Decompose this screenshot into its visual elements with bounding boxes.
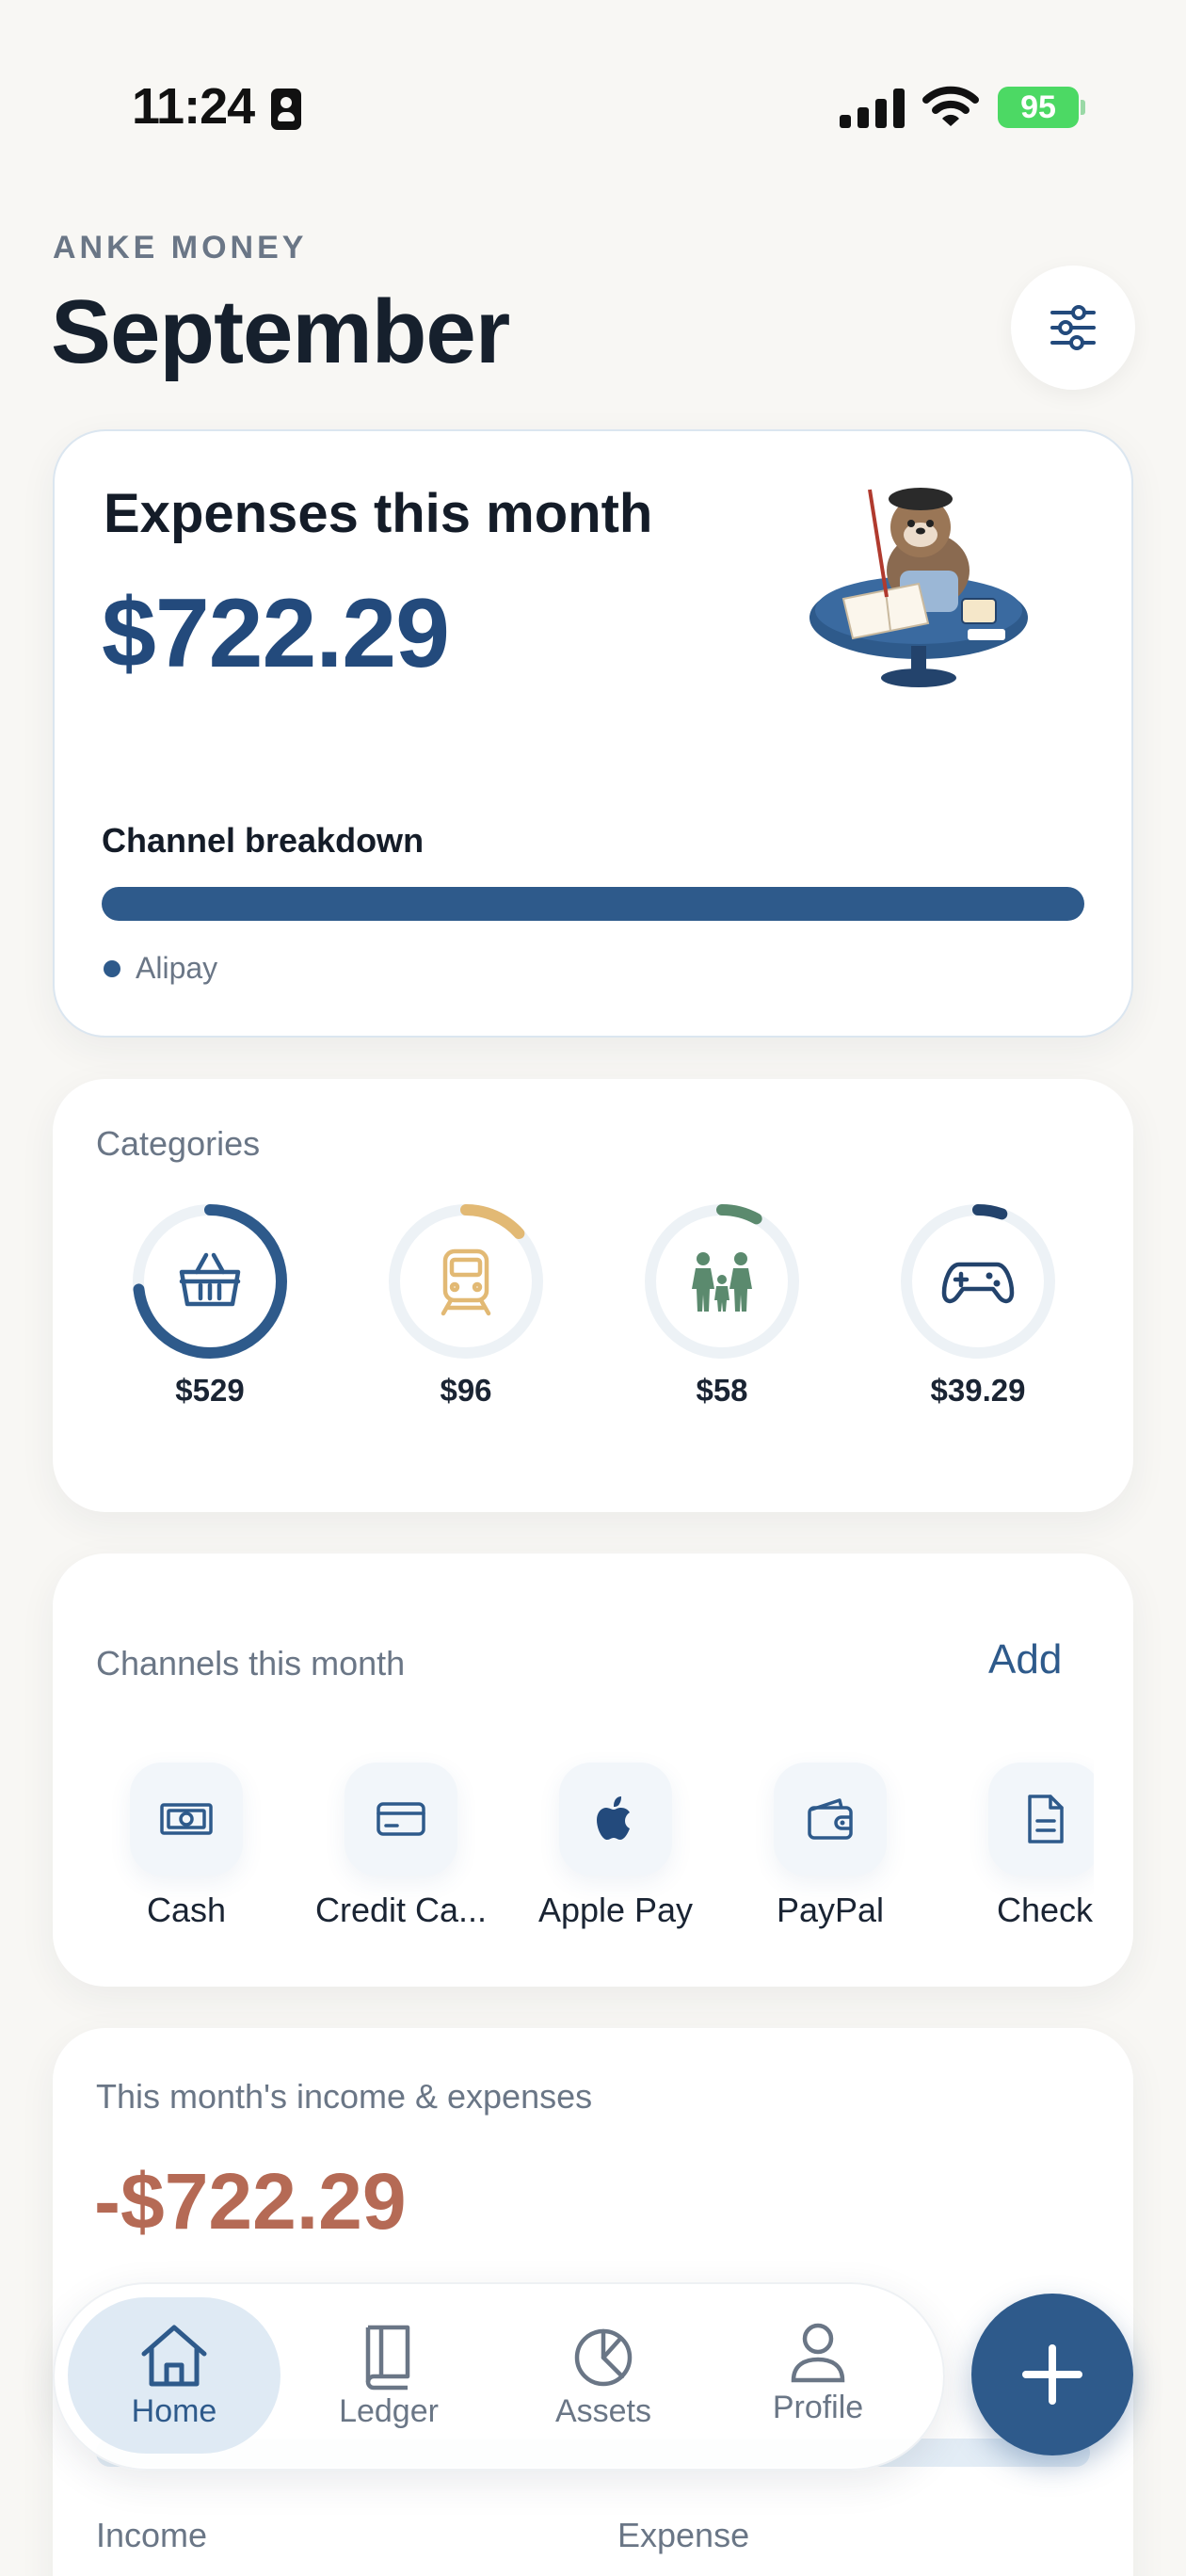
expenses-amount: $722.29 — [102, 579, 450, 688]
document-icon — [1028, 1795, 1064, 1843]
channel-item-paypal[interactable]: PayPal — [727, 1763, 934, 1932]
status-time: 11:24 — [132, 78, 255, 135]
credit-card-icon — [377, 1802, 425, 1836]
pie-chart-icon — [574, 2328, 633, 2387]
channel-label: Check — [996, 1891, 1094, 1929]
tab-label: Profile — [772, 2390, 864, 2425]
basket-icon — [179, 1252, 241, 1307]
legend-dot-alipay — [104, 960, 120, 977]
tab-assets[interactable]: Assets — [497, 2297, 710, 2454]
net-amount: -$722.29 — [94, 2157, 407, 2246]
filter-button[interactable] — [1011, 266, 1135, 390]
add-transaction-button[interactable] — [971, 2294, 1133, 2455]
sliders-icon — [1050, 305, 1096, 350]
channel-item-apple-pay[interactable]: Apple Pay — [512, 1763, 719, 1932]
income-expenses-title: This month's income & expenses — [96, 2077, 593, 2116]
channel-breakdown-bar — [102, 887, 1084, 921]
add-channel-button[interactable]: Add — [988, 1636, 1062, 1683]
category-amount: $96 — [440, 1373, 492, 1408]
expense-label: Expense — [617, 2516, 750, 2554]
income-label: Income — [96, 2516, 208, 2554]
category-amount: $39.29 — [930, 1373, 1026, 1408]
categories-title: Categories — [96, 1124, 261, 1163]
tab-home[interactable]: Home — [68, 2297, 280, 2454]
tab-label: Assets — [554, 2393, 652, 2429]
home-icon — [141, 2325, 207, 2387]
tab-label: Ledger — [339, 2393, 439, 2429]
battery-icon: 95 — [998, 87, 1085, 128]
channels-scroller[interactable]: Cash Credit Ca... Apple Pay PayPal Check — [53, 1751, 1094, 1958]
expenses-title: Expenses this month — [104, 483, 653, 544]
app-brand: ANKE MONEY — [53, 230, 308, 266]
channel-label: Apple Pay — [537, 1891, 694, 1929]
otter-writing-ledger-illustration — [809, 488, 1028, 687]
tab-label: Home — [131, 2393, 217, 2429]
category-item-games[interactable]: $39.29 — [898, 1201, 1058, 1418]
cellular-signal-icon — [840, 89, 906, 128]
plus-icon — [1022, 2344, 1082, 2405]
apple-icon — [597, 1796, 630, 1840]
battery-level: 95 — [1020, 89, 1056, 125]
gamepad-icon — [941, 1262, 1015, 1304]
channels-title: Channels this month — [96, 1644, 406, 1682]
channel-breakdown-title: Channel breakdown — [102, 821, 425, 860]
page-title: September — [51, 282, 510, 382]
book-icon — [365, 2325, 410, 2391]
channel-label: Credit Ca... — [314, 1891, 488, 1929]
channel-item-cash[interactable]: Cash — [83, 1763, 290, 1932]
person-icon — [791, 2323, 845, 2383]
cash-icon — [160, 1803, 213, 1835]
channel-label: Cash — [146, 1891, 227, 1929]
tab-ledger[interactable]: Ledger — [282, 2297, 495, 2454]
category-amount: $529 — [175, 1373, 245, 1408]
channel-item-credit-card[interactable]: Credit Ca... — [297, 1763, 505, 1932]
legend-label-alipay: Alipay — [136, 951, 218, 985]
channel-label: PayPal — [776, 1891, 885, 1929]
wallet-icon — [808, 1798, 853, 1840]
category-amount: $58 — [696, 1373, 748, 1408]
channel-item-check[interactable]: Check — [941, 1763, 1094, 1932]
train-icon — [441, 1248, 491, 1316]
category-item-transport[interactable]: $96 — [386, 1201, 546, 1418]
tab-profile[interactable]: Profile — [712, 2297, 924, 2454]
category-item-family[interactable]: $58 — [642, 1201, 802, 1418]
family-icon — [692, 1252, 752, 1312]
category-item-shopping[interactable]: $529 — [130, 1201, 290, 1418]
wifi-icon — [922, 86, 979, 126]
contact-card-icon — [271, 89, 301, 130]
